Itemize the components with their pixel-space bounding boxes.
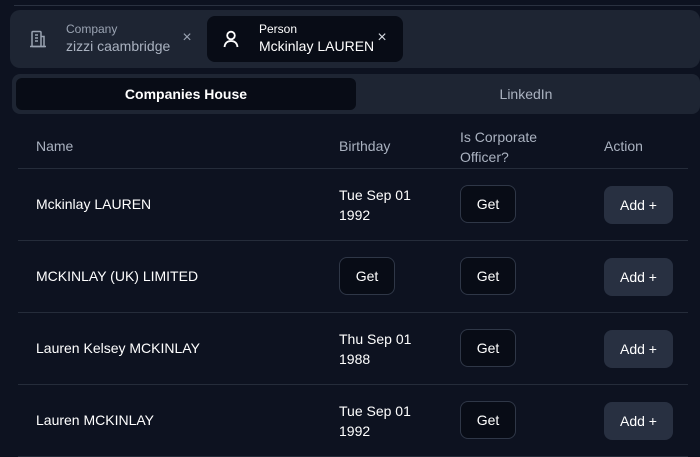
get-officer-button[interactable]: Get (460, 185, 516, 223)
close-icon[interactable]: × (373, 29, 391, 47)
source-tabs: Companies House LinkedIn (12, 74, 700, 114)
get-officer-button[interactable]: Get (460, 401, 516, 439)
table-row: Mckinlay LAUREN Tue Sep 01 1992 Get Add … (18, 169, 688, 241)
close-icon[interactable]: × (178, 29, 196, 47)
company-tab[interactable]: Company zizzi caambridge × (14, 16, 204, 62)
row-birthday: Thu Sep 01 1988 (339, 331, 412, 367)
get-officer-button[interactable]: Get (460, 329, 516, 367)
header-corporate-officer: Is Corporate Officer? (460, 129, 538, 165)
top-divider (14, 0, 700, 6)
company-tab-kind: Company (66, 22, 118, 36)
table-row: Lauren Kelsey MCKINLAY Thu Sep 01 1988 G… (18, 313, 688, 385)
tab-companies-house[interactable]: Companies House (16, 78, 356, 110)
get-officer-button[interactable]: Get (460, 257, 516, 295)
building-icon (26, 27, 50, 51)
header-action: Action (604, 138, 643, 154)
row-name: Mckinlay LAUREN (36, 196, 152, 212)
header-birthday: Birthday (339, 138, 391, 154)
entity-tabs-bar: Company zizzi caambridge × Person Mckinl… (10, 10, 700, 68)
add-button[interactable]: Add + (604, 330, 673, 368)
get-birthday-button[interactable]: Get (339, 257, 395, 295)
add-button[interactable]: Add + (604, 402, 673, 440)
person-tab-value: Mckinlay LAUREN (259, 38, 375, 54)
tab-linkedin[interactable]: LinkedIn (356, 78, 696, 110)
company-tab-value: zizzi caambridge (66, 38, 171, 54)
header-name: Name (36, 138, 74, 154)
user-icon (219, 27, 243, 51)
row-name: Lauren Kelsey MCKINLAY (36, 340, 200, 356)
add-button[interactable]: Add + (604, 258, 673, 296)
add-button[interactable]: Add + (604, 186, 673, 224)
results-table: Name Birthday Is Corporate Officer? Acti… (18, 114, 688, 457)
row-birthday: Tue Sep 01 1992 (339, 187, 411, 223)
table-row: Lauren MCKINLAY Tue Sep 01 1992 Get Add … (18, 385, 688, 457)
table-header: Name Birthday Is Corporate Officer? Acti… (18, 114, 688, 169)
person-tab[interactable]: Person Mckinlay LAUREN × (207, 16, 403, 62)
person-tab-kind: Person (259, 22, 298, 36)
row-name: Lauren MCKINLAY (36, 412, 155, 428)
table-row: MCKINLAY (UK) LIMITED Get Get Add + (18, 241, 688, 313)
row-birthday: Tue Sep 01 1992 (339, 403, 411, 439)
row-name: MCKINLAY (UK) LIMITED (36, 268, 199, 284)
